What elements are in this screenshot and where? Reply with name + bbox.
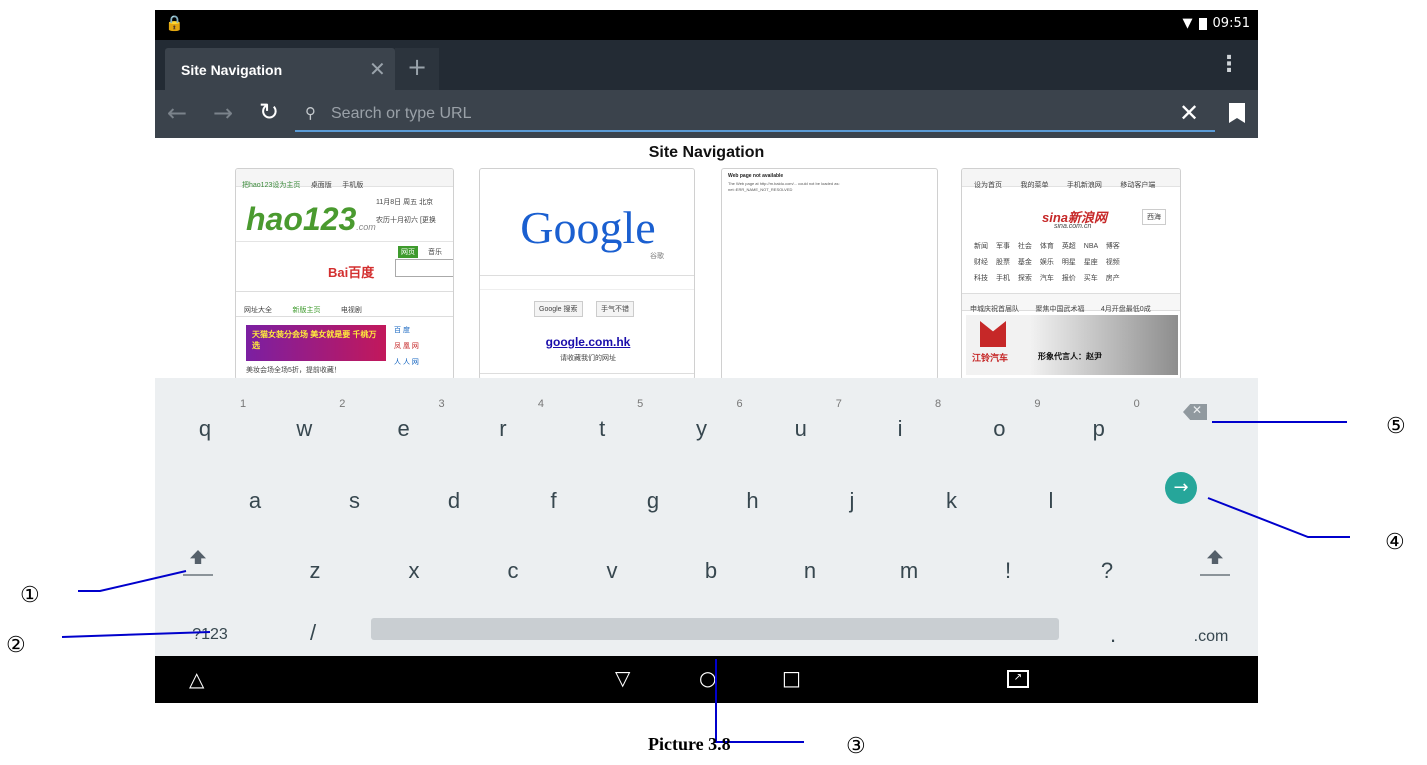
annotation-line-shift — [78, 570, 187, 592]
callout-3: ③ — [846, 734, 866, 759]
callout-5: ⑤ — [1386, 414, 1406, 439]
annotation-line-enter — [1207, 497, 1350, 538]
figure-caption: Picture 3.8 — [648, 734, 731, 754]
figure: 🔒 ▼ 09:51 Site Navigation ✕ + ⋮ ← → ↻ ⚲ … — [0, 0, 1427, 765]
annotation-line-symbols — [61, 631, 211, 638]
annotation-lines — [61, 421, 1350, 743]
callout-1: ① — [20, 583, 40, 608]
callout-2: ② — [6, 633, 26, 658]
callout-4: ④ — [1385, 530, 1405, 555]
annotation-line-space — [715, 659, 804, 743]
